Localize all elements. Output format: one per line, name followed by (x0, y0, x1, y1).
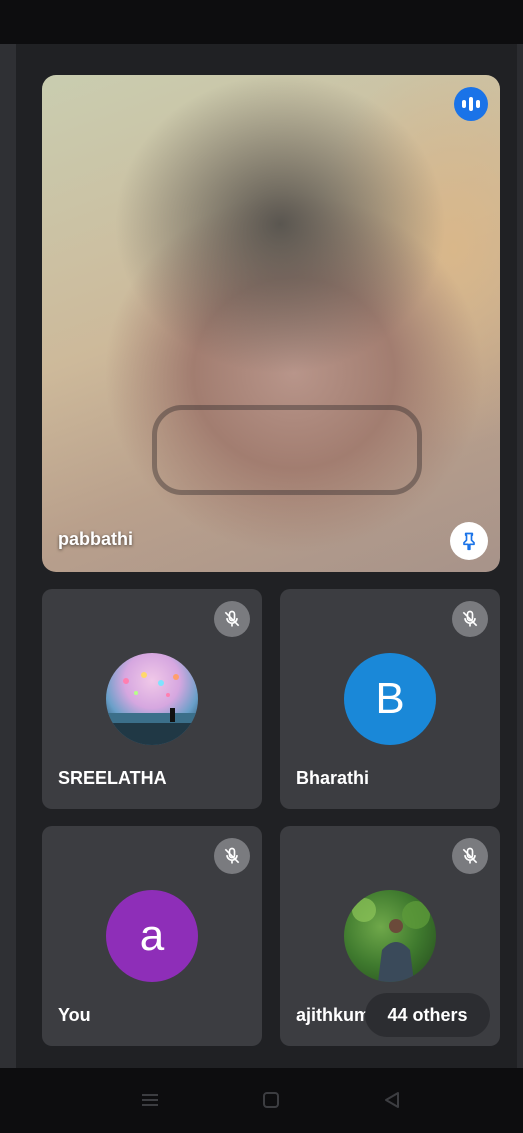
participant-tile[interactable]: SREELATHA (42, 589, 262, 809)
avatar (106, 653, 198, 745)
participant-name: ajithkum (296, 1005, 371, 1025)
mic-off-icon (452, 838, 488, 874)
home-icon[interactable] (261, 1090, 281, 1110)
others-button[interactable]: 44 others (365, 993, 490, 1037)
participant-name: You (58, 1005, 91, 1025)
avatar: B (344, 653, 436, 745)
avatar (344, 890, 436, 982)
video-feed (152, 405, 422, 495)
main-video-tile[interactable]: pabbathi (42, 75, 500, 572)
audio-level-icon (454, 87, 488, 121)
status-bar (0, 0, 523, 44)
right-edge (517, 44, 523, 1068)
mic-off-icon (214, 838, 250, 874)
mic-off-icon (452, 601, 488, 637)
participant-name: Bharathi (296, 768, 370, 788)
avatar: a (106, 890, 198, 982)
system-nav-bar (0, 1068, 523, 1133)
pin-button[interactable] (450, 522, 488, 560)
left-edge (0, 44, 16, 1068)
back-icon[interactable] (382, 1090, 402, 1110)
main-participant-name: pabbathi (58, 529, 133, 549)
pin-icon (463, 532, 475, 551)
participant-tile[interactable]: B Bharathi (280, 589, 500, 809)
menu-icon[interactable] (140, 1090, 160, 1110)
participant-name: SREELATHA (58, 768, 167, 788)
mic-off-icon (214, 601, 250, 637)
participant-tile[interactable]: a You (42, 826, 262, 1046)
